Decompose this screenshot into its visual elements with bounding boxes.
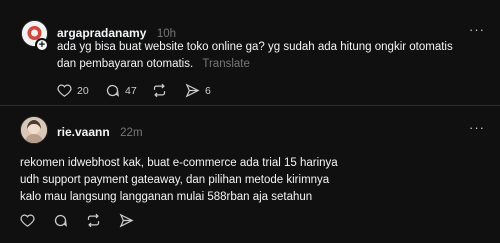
comment-icon — [106, 84, 119, 97]
heart-icon — [20, 214, 35, 227]
reply-time: 22m — [120, 127, 143, 139]
reply-text: rekomen idwebhost kak, buat e-commerce a… — [20, 157, 338, 203]
repost-icon — [87, 213, 100, 228]
comment-button[interactable]: 47 — [105, 83, 137, 98]
more-icon[interactable]: ··· — [469, 22, 485, 37]
reply-username[interactable]: rie.vaann — [57, 125, 110, 139]
send-icon — [185, 83, 200, 98]
comment-count: 47 — [125, 84, 137, 97]
share-button[interactable]: 6 — [185, 83, 211, 98]
more-icon[interactable]: ··· — [469, 120, 485, 135]
divider — [0, 105, 500, 106]
post-text: ada yg bisa buat website toko online ga?… — [57, 41, 453, 70]
share-button[interactable] — [119, 213, 134, 228]
heart-icon — [57, 84, 72, 97]
post-username[interactable]: argapradanamy — [57, 26, 146, 40]
share-count: 6 — [205, 84, 211, 97]
repost-icon — [153, 83, 166, 98]
translate-link[interactable]: Translate — [202, 58, 250, 70]
send-icon — [119, 213, 134, 228]
like-button[interactable]: 20 — [57, 83, 89, 98]
comment-icon — [54, 214, 67, 227]
follow-plus-icon[interactable]: + — [35, 38, 49, 52]
comment-button[interactable] — [53, 213, 68, 228]
like-count: 20 — [77, 84, 89, 97]
like-button[interactable] — [20, 213, 35, 228]
avatar[interactable] — [20, 116, 48, 144]
repost-button[interactable] — [86, 213, 101, 228]
repost-button[interactable] — [152, 83, 167, 98]
